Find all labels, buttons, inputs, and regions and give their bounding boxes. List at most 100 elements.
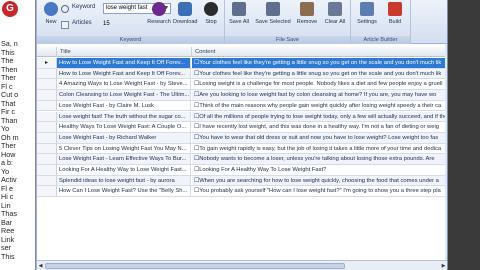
title-column-header[interactable]: Title bbox=[57, 47, 192, 57]
table-row[interactable]: Colon Cleansing to Lose Weight Fast - Th… bbox=[37, 90, 445, 101]
table-row[interactable]: Splendid ideas to lose weight fast - by … bbox=[37, 175, 445, 187]
table-row[interactable]: Lose weight fast! The truth without the … bbox=[37, 111, 445, 123]
new-icon bbox=[44, 2, 58, 16]
title-cell[interactable]: Lose Weight Fast - Learn Effective Ways … bbox=[57, 154, 191, 164]
bg-line: Oh m bbox=[1, 133, 19, 142]
articles-grid: Title Content ▸ How to Lose Weight Fast a… bbox=[37, 44, 445, 260]
content-cell[interactable]: ☐Think of the main reasons why people ga… bbox=[192, 101, 445, 111]
keyword-value: lose weight fast bbox=[106, 5, 148, 11]
title-cell[interactable]: How to Lose Weight Fast and Keep It Off … bbox=[57, 58, 191, 68]
keyword-label: Keyword bbox=[72, 4, 96, 10]
table-row[interactable]: ▸ How to Lose Weight Fast and Keep It Off… bbox=[37, 58, 445, 69]
row-selector[interactable] bbox=[37, 100, 57, 111]
download-icon bbox=[178, 2, 192, 16]
article-scraper-window: New Keyword lose weight fast ▼ Articles … bbox=[36, 0, 448, 270]
title-cell[interactable]: 4 Amazing Ways to Lose Weight Fast - by … bbox=[57, 79, 191, 90]
table-row[interactable]: Healthy Ways To Lose Weight Fast: A Coup… bbox=[37, 122, 445, 133]
content-cell[interactable]: ☐Your clothes feel like they're getting … bbox=[192, 58, 445, 68]
row-selector[interactable] bbox=[37, 68, 57, 79]
clear-all-button[interactable]: Clear All bbox=[323, 2, 347, 34]
remove-icon bbox=[300, 2, 314, 16]
title-cell[interactable]: Colon Cleansing to Lose Weight Fast - Th… bbox=[57, 90, 191, 100]
articles-count-spinner[interactable]: 15 bbox=[103, 19, 127, 30]
settings-label: Settings bbox=[357, 19, 377, 25]
row-selector[interactable] bbox=[37, 143, 57, 154]
download-label: Download bbox=[173, 19, 198, 25]
row-selector[interactable]: ▸ bbox=[37, 58, 57, 68]
content-cell[interactable]: ☐Of all the millions of people trying to… bbox=[192, 111, 445, 122]
save-selected-button[interactable]: Save Selected bbox=[255, 2, 291, 34]
save-all-button[interactable]: Save All bbox=[227, 2, 251, 34]
bg-line: Fl e bbox=[1, 184, 13, 193]
stop-button[interactable]: Stop bbox=[199, 2, 223, 34]
remove-label: Remove bbox=[296, 19, 318, 25]
content-cell[interactable]: ☐Are you looking to lose weight fast by … bbox=[192, 90, 445, 100]
content-cell[interactable]: ☐Losing weight is a challenge for most p… bbox=[192, 79, 445, 89]
yahoo-research-icon bbox=[152, 2, 166, 16]
title-cell[interactable]: How Can I Lose Weight Fast? Use the "Bel… bbox=[57, 186, 191, 197]
build-button[interactable]: Build bbox=[383, 2, 407, 34]
document-icon bbox=[61, 21, 69, 29]
bg-line: Yo bbox=[1, 125, 10, 133]
row-selector[interactable] bbox=[37, 122, 57, 132]
screen: G Sa, n This The Then Ther Fl c Cut o Th… bbox=[0, 0, 480, 270]
title-cell[interactable]: How to Lose Weight Fast and Keep It Off … bbox=[57, 68, 191, 79]
bg-line: This bbox=[1, 48, 15, 57]
content-cell[interactable]: ☐Your clothes feel like they're getting … bbox=[192, 68, 445, 79]
row-selector[interactable] bbox=[37, 175, 57, 186]
content-cell[interactable]: ☐I have recently lost weight, and this w… bbox=[192, 122, 445, 132]
file-save-group: Save All Save Selected Remove Clear All … bbox=[225, 0, 351, 44]
table-row[interactable]: 5 Clever Tips on Losing Weight Fast You … bbox=[37, 143, 445, 155]
row-selector[interactable] bbox=[37, 90, 57, 100]
bg-line: That bbox=[1, 99, 16, 108]
row-selector[interactable] bbox=[37, 154, 57, 164]
keyword-group-label: Keyword bbox=[37, 36, 224, 44]
title-cell[interactable]: Lose weight fast! The truth without the … bbox=[57, 111, 191, 122]
row-selector[interactable] bbox=[37, 165, 57, 175]
title-cell[interactable]: Lose Weight Fast - by Richard Walker bbox=[57, 132, 191, 143]
title-cell[interactable]: Splendid ideas to lose weight fast - by … bbox=[57, 175, 191, 186]
bg-line: ser bbox=[1, 244, 11, 252]
scroll-left-icon[interactable]: ◀ bbox=[37, 262, 44, 270]
content-cell[interactable]: ☐You probably ask yourself "How can I lo… bbox=[192, 186, 445, 196]
title-cell[interactable]: Looking For A Healthy Way to Lose Weight… bbox=[57, 165, 191, 175]
table-row[interactable]: How to Lose Weight Fast and Keep It Off … bbox=[37, 68, 445, 80]
row-selector[interactable] bbox=[37, 111, 57, 122]
title-cell[interactable]: 5 Clever Tips on Losing Weight Fast You … bbox=[57, 143, 191, 154]
title-cell[interactable]: Lose Weight Fast - by Claire M. Lusk bbox=[57, 100, 191, 111]
bg-line: How bbox=[1, 150, 16, 159]
table-row[interactable]: Looking For A Healthy Way to Lose Weight… bbox=[37, 165, 445, 176]
table-row[interactable]: 4 Amazing Ways to Lose Weight Fast - by … bbox=[37, 79, 445, 91]
row-selector[interactable] bbox=[37, 132, 57, 143]
content-cell[interactable]: ☐You have to wear that old dress or suit… bbox=[192, 132, 445, 143]
title-cell[interactable]: Healthy Ways To Lose Weight Fast: A Coup… bbox=[57, 122, 191, 132]
bg-line: Ther bbox=[1, 142, 16, 150]
download-button[interactable]: Download bbox=[173, 2, 197, 34]
settings-button[interactable]: Settings bbox=[355, 2, 379, 34]
row-selector[interactable] bbox=[37, 79, 57, 90]
table-row[interactable]: Lose Weight Fast - by Claire M. Lusk ☐Thi… bbox=[37, 100, 445, 112]
save-selected-label: Save Selected bbox=[255, 19, 291, 25]
table-row[interactable]: How Can I Lose Weight Fast? Use the "Bel… bbox=[37, 186, 445, 198]
table-row[interactable]: Lose Weight Fast - Learn Effective Ways … bbox=[37, 154, 445, 165]
research-button[interactable]: Research bbox=[147, 2, 171, 34]
content-cell[interactable]: ☐Nobody wants to become a loser, unless … bbox=[192, 154, 445, 164]
horizontal-scrollbar[interactable]: ◀ ▶ bbox=[37, 260, 447, 270]
grid-header: Title Content bbox=[37, 47, 445, 57]
article-builder-group-label: Article Builder bbox=[351, 36, 410, 44]
content-cell[interactable]: ☐When you are searching for how to lose … bbox=[192, 175, 445, 186]
row-selector[interactable] bbox=[37, 186, 57, 197]
scrollbar-thumb[interactable] bbox=[45, 263, 345, 269]
scroll-right-icon[interactable]: ▶ bbox=[440, 262, 447, 270]
content-cell[interactable]: ☐To gain weight rapidly is easy, but the… bbox=[192, 144, 445, 154]
bg-line: Ther bbox=[1, 74, 16, 82]
remove-button[interactable]: Remove bbox=[295, 2, 319, 34]
table-row[interactable]: Lose Weight Fast - by Richard Walker ☐You… bbox=[37, 132, 445, 144]
content-cell[interactable]: ☐Looking For A Healthy Way To Lose Weigh… bbox=[192, 165, 445, 175]
bg-line: Fl c bbox=[1, 82, 13, 91]
articles-count: 15 bbox=[103, 21, 110, 27]
research-label: Research bbox=[147, 19, 171, 25]
new-button[interactable]: New bbox=[39, 2, 63, 34]
content-column-header[interactable]: Content bbox=[192, 47, 445, 57]
ribbon-toolbar: New Keyword lose weight fast ▼ Articles … bbox=[37, 0, 447, 44]
